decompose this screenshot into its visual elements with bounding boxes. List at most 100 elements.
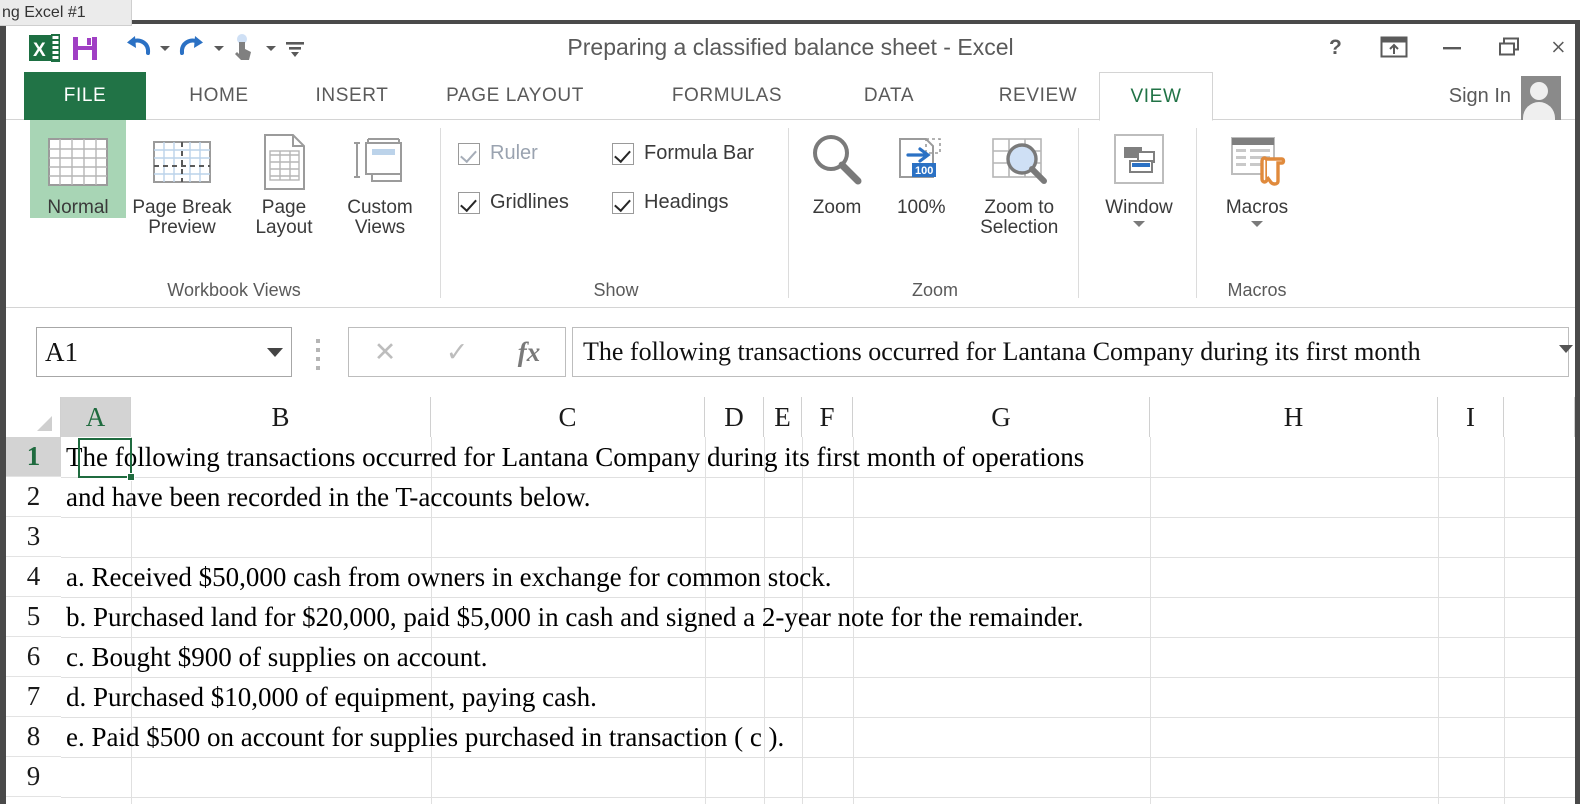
zoom-label: Zoom <box>812 197 862 218</box>
cell-a6[interactable]: c. Bought $900 of supplies on account. <box>61 637 487 677</box>
checkbox-headings-label: Headings <box>644 191 729 213</box>
checkbox-formula-bar[interactable]: Formula Bar <box>612 142 754 165</box>
ribbon-group-label-zoom: Zoom <box>911 280 958 300</box>
gridline-h-2 <box>61 517 1575 518</box>
cell-a8[interactable]: e. Paid $500 on account for supplies pur… <box>61 717 784 757</box>
window-icon <box>1108 126 1170 198</box>
tab-insert[interactable]: INSERT <box>294 72 410 120</box>
tab-formulas[interactable]: FORMULAS <box>651 72 803 120</box>
macros-button[interactable]: Macros <box>1202 120 1312 228</box>
grid-cells[interactable]: The following transactions occurred for … <box>61 437 1575 804</box>
column-header-c[interactable]: C <box>431 397 705 437</box>
excel-window: ng Excel #1 X Preparing a classified bal… <box>0 0 1580 804</box>
row-header-1[interactable]: 1 <box>6 437 61 477</box>
title-bar: X Preparing a classified balance sheet -… <box>6 24 1575 72</box>
ribbon-group-window: Window <box>1084 120 1194 307</box>
page-break-preview-icon <box>151 126 213 198</box>
svg-text:100: 100 <box>915 165 933 177</box>
column-header-j[interactable] <box>1504 397 1575 437</box>
normal-view-button[interactable]: Normal <box>30 120 126 219</box>
checkbox-headings[interactable]: Headings <box>612 191 729 214</box>
expand-formula-bar-icon[interactable] <box>1559 345 1573 353</box>
cell-a2[interactable]: and have been recorded in the T-accounts… <box>61 477 591 517</box>
column-headers: A B C D E F G H I <box>6 397 1575 437</box>
select-all-button[interactable] <box>6 397 61 437</box>
tab-view[interactable]: VIEW <box>1099 72 1213 121</box>
close-icon[interactable] <box>1551 30 1567 64</box>
ribbon-group-workbook-views: Normal Page Break Preview Page Layout Cu… <box>30 120 438 307</box>
column-header-f[interactable]: F <box>802 397 853 437</box>
gridline-h-9 <box>61 797 1575 798</box>
row-header-5[interactable]: 5 <box>6 597 61 637</box>
checkbox-ruler[interactable]: Ruler <box>458 142 578 165</box>
browser-tab-fragment[interactable]: ng Excel #1 <box>0 0 132 26</box>
spreadsheet-grid: A B C D E F G H I 1 2 3 4 5 6 7 8 9 The … <box>6 397 1575 804</box>
tab-file[interactable]: FILE <box>24 72 146 120</box>
row-header-4[interactable]: 4 <box>6 557 61 597</box>
sign-in-button[interactable]: Sign In <box>1449 72 1511 120</box>
row-header-6[interactable]: 6 <box>6 637 61 677</box>
page-break-preview-label-line1: Page Break <box>132 197 232 218</box>
ribbon-display-options-icon[interactable] <box>1377 30 1411 64</box>
cell-a5[interactable]: b. Purchased land for $20,000, paid $5,0… <box>61 597 1083 637</box>
active-cell-selection[interactable] <box>78 438 135 481</box>
enter-formula-icon[interactable]: ✓ <box>427 337 487 368</box>
row-header-7[interactable]: 7 <box>6 677 61 717</box>
tab-home[interactable]: HOME <box>161 72 277 120</box>
fill-handle[interactable] <box>127 473 135 481</box>
column-header-d[interactable]: D <box>705 397 764 437</box>
checkbox-formula-bar-label: Formula Bar <box>644 142 755 164</box>
custom-views-button[interactable]: Custom Views <box>330 120 430 238</box>
avatar[interactable] <box>1521 76 1561 120</box>
cancel-formula-icon[interactable]: ✕ <box>355 337 415 368</box>
macros-dropdown-icon[interactable] <box>1251 221 1263 228</box>
gridlines-checkbox-icon <box>458 191 480 214</box>
cell-a1[interactable]: The following transactions occurred for … <box>61 437 1084 477</box>
ribbon-group-zoom: Zoom 100 100% Zoom to Selection Zoom <box>794 120 1076 307</box>
cell-a4[interactable]: a. Received $50,000 cash from owners in … <box>61 557 832 597</box>
checkbox-gridlines-label: Gridlines <box>490 191 569 213</box>
page-layout-icon <box>257 126 311 198</box>
column-header-e[interactable]: E <box>764 397 802 437</box>
formula-input[interactable]: The following transactions occurred for … <box>572 327 1569 377</box>
row-header-9[interactable]: 9 <box>6 757 61 797</box>
column-header-h[interactable]: H <box>1150 397 1438 437</box>
ruler-checkbox-icon <box>458 142 480 165</box>
column-header-i[interactable]: I <box>1438 397 1504 437</box>
zoom-to-selection-icon <box>987 126 1051 198</box>
ribbon-group-label-workbook-views: Workbook Views <box>167 280 301 300</box>
tab-review[interactable]: REVIEW <box>968 72 1108 120</box>
help-icon[interactable]: ? <box>1319 30 1353 64</box>
name-box-chevron-down-icon[interactable] <box>267 347 283 357</box>
checkbox-gridlines[interactable]: Gridlines <box>458 191 578 214</box>
restore-icon[interactable] <box>1493 30 1527 64</box>
column-header-b[interactable]: B <box>131 397 431 437</box>
name-box[interactable]: A1 <box>36 327 292 377</box>
page-layout-button[interactable]: Page Layout <box>238 120 330 238</box>
zoom-100-button[interactable]: 100 100% <box>880 120 962 218</box>
window-dropdown-icon[interactable] <box>1133 221 1145 228</box>
zoom-to-selection-button[interactable]: Zoom to Selection <box>962 120 1076 238</box>
tab-data[interactable]: DATA <box>839 72 939 120</box>
macros-label: Macros <box>1225 197 1289 218</box>
zoom-to-selection-label-line1: Zoom to <box>984 197 1055 218</box>
row-header-2[interactable]: 2 <box>6 477 61 517</box>
insert-function-icon[interactable]: fx <box>499 337 559 368</box>
window-button[interactable]: Window <box>1084 120 1194 228</box>
gridline-v-g <box>1150 437 1151 804</box>
row-header-3[interactable]: 3 <box>6 517 61 557</box>
window-buttons: ? <box>1319 30 1567 64</box>
formula-action-buttons: ✕ ✓ fx <box>348 327 566 377</box>
minimize-icon[interactable] <box>1435 30 1469 64</box>
ribbon-tab-strip: FILE HOME INSERT PAGE LAYOUT FORMULAS DA… <box>6 72 1575 121</box>
column-header-g[interactable]: G <box>853 397 1150 437</box>
formula-bar-checkbox-icon <box>612 142 634 165</box>
row-header-8[interactable]: 8 <box>6 717 61 757</box>
tab-page-layout[interactable]: PAGE LAYOUT <box>426 72 604 120</box>
formula-bar-grip[interactable] <box>316 339 320 370</box>
page-break-preview-button[interactable]: Page Break Preview <box>126 120 238 238</box>
zoom-button[interactable]: Zoom <box>794 120 880 218</box>
cell-a7[interactable]: d. Purchased $10,000 of equipment, payin… <box>61 677 597 717</box>
column-header-a[interactable]: A <box>61 397 131 437</box>
group-divider-3 <box>1078 128 1079 298</box>
